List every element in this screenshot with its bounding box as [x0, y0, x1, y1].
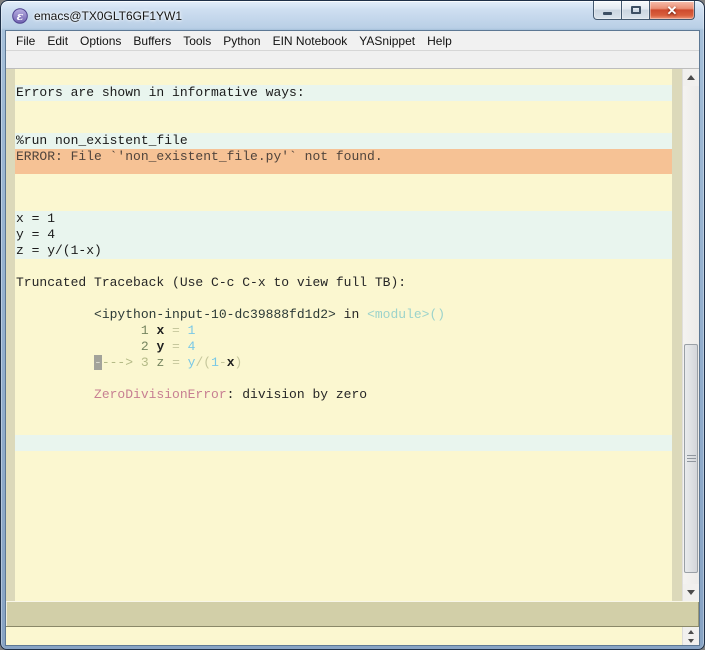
- minibuffer-scroll-up-button[interactable]: [683, 627, 699, 636]
- titlebar[interactable]: ε emacs@TX0GLT6GF1YW1 ✕: [5, 1, 700, 30]
- mode-line[interactable]: 1\**- *ein: 8889/Demo.ipynb* Bot L34 (ei…: [6, 601, 699, 627]
- cell10-input-line-1[interactable]: x = 1: [15, 211, 672, 227]
- menu-yasnippet[interactable]: YASnippet: [353, 32, 421, 50]
- menu-buffers[interactable]: Buffers: [127, 32, 177, 50]
- vertical-scrollbar[interactable]: [682, 69, 699, 601]
- exception-row: ZeroDivisionError: division by zero: [15, 371, 672, 402]
- empty-cell-prompt-row: In [ ]:: [15, 419, 672, 451]
- menu-help[interactable]: Help: [421, 32, 458, 50]
- arrow-down-icon: [688, 638, 694, 643]
- scrollbar-track[interactable]: [683, 86, 699, 584]
- notebook-buffer: markdown: Errors are shown in informativ…: [6, 69, 699, 601]
- close-icon: ✕: [666, 2, 678, 18]
- maximize-icon: [630, 6, 641, 14]
- cell10-input-line-2[interactable]: y = 4: [15, 227, 672, 243]
- menu-python[interactable]: Python: [217, 32, 266, 50]
- cell9-prompt-row: In [9]:: [15, 117, 672, 149]
- menu-bar: File Edit Options Buffers Tools Python E…: [6, 31, 699, 51]
- cell10-input-text-1: x = 1: [16, 211, 56, 226]
- menu-tools[interactable]: Tools: [177, 32, 217, 50]
- markdown-source-text: Errors are shown in informative ways:: [16, 85, 305, 100]
- traceback-code-line-2: 2 y = 4: [15, 323, 672, 354]
- traceback-title-text: Truncated Traceback (Use C-c C-x to view…: [16, 275, 407, 290]
- cell10-input-text-2: y = 4: [16, 227, 56, 242]
- echo-area: [6, 627, 699, 645]
- scrollbar-grip-icon: [686, 454, 696, 463]
- cell9-error-text: ERROR: File `'non_existent_file.py'` not…: [16, 149, 383, 164]
- close-button[interactable]: ✕: [649, 1, 695, 20]
- scroll-up-button[interactable]: [683, 69, 699, 86]
- minibuffer-scrollbar[interactable]: [682, 627, 699, 645]
- markdown-cell-source[interactable]: Errors are shown in informative ways:: [15, 85, 672, 101]
- scrollbar-thumb[interactable]: [684, 344, 698, 573]
- emacs-icon: ε: [12, 7, 28, 24]
- minimize-button[interactable]: [593, 1, 622, 20]
- window-controls: ✕: [593, 1, 695, 20]
- traceback-error-line: ----> 3 z = y/(1-x): [15, 339, 672, 370]
- maximize-button[interactable]: [622, 1, 649, 20]
- arrow-up-icon: [687, 75, 695, 80]
- menu-edit[interactable]: Edit: [41, 32, 74, 50]
- buffer-text-area[interactable]: markdown: Errors are shown in informativ…: [15, 69, 672, 601]
- svg-text:ε: ε: [17, 10, 24, 23]
- cell10-prompt-row: In [10]:: [15, 195, 672, 227]
- empty-cell-input[interactable]: [15, 435, 672, 451]
- traceback-title: Truncated Traceback (Use C-c C-x to view…: [15, 275, 672, 291]
- markdown-cell-type-row: markdown:: [15, 69, 672, 101]
- frame-client-area: File Edit Options Buffers Tools Python E…: [5, 30, 700, 646]
- cell9-input-text: %run non_existent_file: [16, 133, 188, 148]
- menu-file[interactable]: File: [10, 32, 41, 50]
- scroll-down-button[interactable]: [683, 584, 699, 601]
- minimize-icon: [603, 12, 612, 15]
- cell9-error-output: ERROR: File `'non_existent_file.py'` not…: [15, 149, 672, 174]
- traceback-code-line-1: 1 x = 1: [15, 307, 672, 338]
- arrow-down-icon: [687, 590, 695, 595]
- traceback-frame-row: <ipython-input-10-dc39888fd1d2> in <modu…: [15, 291, 672, 322]
- buffer-empty-space[interactable]: [15, 451, 672, 601]
- menu-options[interactable]: Options: [74, 32, 127, 50]
- window-title: emacs@TX0GLT6GF1YW1: [34, 8, 182, 23]
- cell10-input-text-3: z = y/(1-x): [16, 243, 102, 258]
- left-fringe: [6, 69, 15, 601]
- header-line: IP[10]: /1\ [+]: [6, 51, 699, 118]
- emacs-window: ε emacs@TX0GLT6GF1YW1 ✕ File Edit Option…: [0, 0, 705, 650]
- cell10-input-line-3[interactable]: z = y/(1-x): [15, 243, 672, 259]
- cell9-input[interactable]: %run non_existent_file: [15, 133, 672, 149]
- minibuffer-scroll-down-button[interactable]: [683, 636, 699, 645]
- arrow-up-icon: [688, 629, 694, 634]
- right-fringe: [672, 69, 682, 601]
- minibuffer: [6, 627, 682, 645]
- menu-ein-notebook[interactable]: EIN Notebook: [267, 32, 354, 50]
